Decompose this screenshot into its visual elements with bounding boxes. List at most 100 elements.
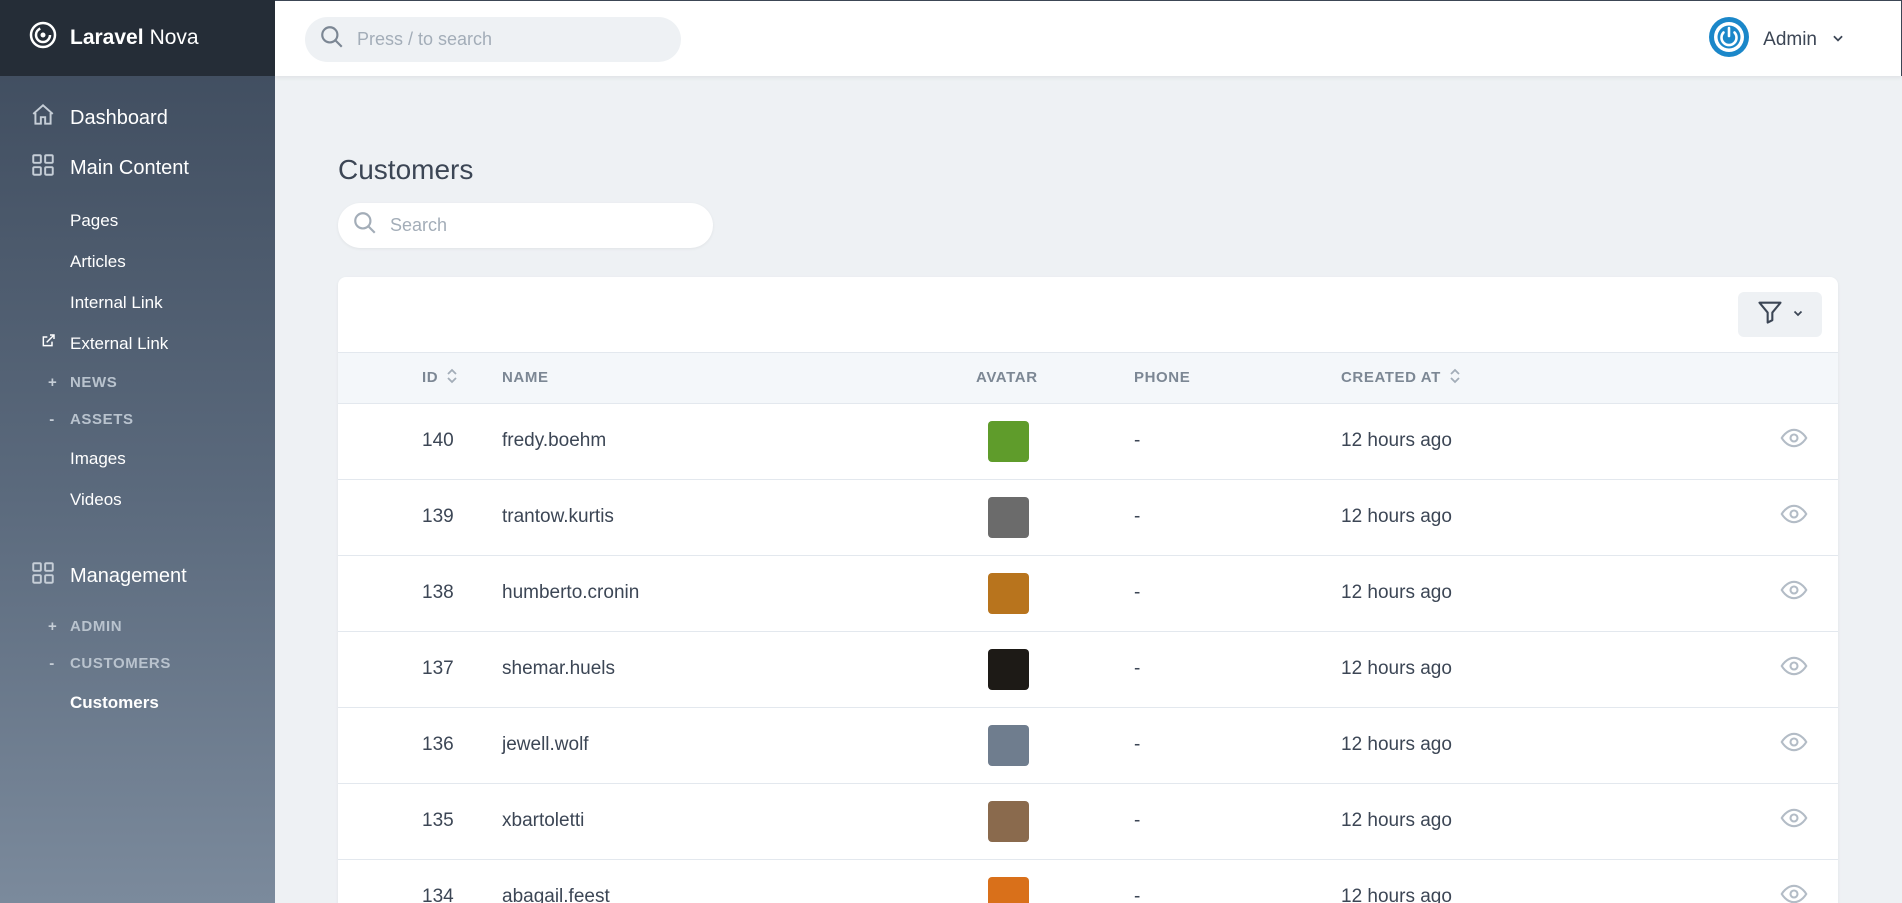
cell-id: 138	[422, 582, 454, 603]
cell-created-at: 12 hours ago	[1341, 430, 1452, 451]
sidebar-group-assets[interactable]: - ASSETS	[0, 401, 275, 438]
sort-icon	[446, 367, 458, 389]
global-search-input[interactable]	[357, 29, 657, 50]
sidebar-item-label: Dashboard	[70, 106, 168, 129]
global-search[interactable]	[305, 17, 681, 62]
cell-avatar	[976, 707, 1134, 783]
sidebar-item-customers[interactable]: Customers	[0, 682, 275, 723]
sidebar-section-main-content[interactable]: Main Content	[0, 150, 275, 186]
sidebar-group-news[interactable]: + NEWS	[0, 364, 275, 401]
sidebar-group-admin[interactable]: + ADMIN	[0, 608, 275, 645]
customer-avatar	[988, 648, 1029, 690]
table-row[interactable]: 139 trantow.kurtis - 12 hours ago	[338, 479, 1838, 555]
resource-search[interactable]	[338, 203, 713, 248]
resource-table-card: ID NAME AVATAR PHONE CREATED AT 140 fred…	[338, 277, 1838, 903]
sidebar-item-external-link[interactable]: External Link	[0, 323, 275, 364]
cell-created-at: 12 hours ago	[1341, 810, 1452, 831]
grid-icon	[30, 152, 56, 184]
customer-avatar	[988, 572, 1029, 614]
cell-id: 140	[422, 430, 454, 451]
expand-icon: +	[48, 618, 58, 635]
cell-actions	[1681, 403, 1838, 479]
cell-name: trantow.kurtis	[502, 506, 614, 527]
cell-avatar	[976, 859, 1134, 903]
user-menu[interactable]: Admin	[1709, 17, 1845, 63]
cell-created-at: 12 hours ago	[1341, 734, 1452, 755]
sidebar-item-internal-link[interactable]: Internal Link	[0, 282, 275, 323]
sidebar-section-label: Main Content	[70, 156, 189, 179]
cell-created-at: 12 hours ago	[1341, 886, 1452, 903]
nova-logo-icon	[28, 20, 58, 56]
view-icon[interactable]	[1780, 808, 1808, 837]
sidebar-item-articles[interactable]: Articles	[0, 241, 275, 282]
brand-name-light: Nova	[149, 26, 199, 49]
user-name: Admin	[1763, 29, 1817, 50]
sidebar-item-images[interactable]: Images	[0, 438, 275, 479]
home-icon	[30, 102, 56, 134]
search-icon	[319, 24, 345, 55]
sidebar-section-management[interactable]: Management	[0, 558, 275, 594]
column-header-phone: PHONE	[1134, 369, 1191, 387]
grid-icon	[30, 560, 56, 592]
cell-phone: -	[1134, 810, 1141, 831]
brand-name-bold: Laravel	[70, 26, 144, 49]
table-row[interactable]: 136 jewell.wolf - 12 hours ago	[338, 707, 1838, 783]
cell-actions	[1681, 707, 1838, 783]
customer-avatar	[988, 800, 1029, 842]
customer-avatar	[988, 420, 1029, 462]
table-row[interactable]: 134 abagail.feest - 12 hours ago	[338, 859, 1838, 903]
column-header-name: NAME	[502, 369, 549, 387]
column-header-id[interactable]: ID	[338, 353, 502, 403]
cell-name: humberto.cronin	[502, 582, 640, 603]
table-header-row: ID NAME AVATAR PHONE CREATED AT	[338, 353, 1838, 403]
table-row[interactable]: 140 fredy.boehm - 12 hours ago	[338, 403, 1838, 479]
cell-phone: -	[1134, 506, 1141, 527]
cell-id: 137	[422, 658, 454, 679]
cell-actions	[1681, 859, 1838, 903]
filter-icon	[1756, 298, 1784, 331]
sidebar-section-label: Management	[70, 564, 187, 587]
sidebar-group-label: CUSTOMERS	[70, 655, 171, 672]
resource-table: ID NAME AVATAR PHONE CREATED AT 140 fred…	[338, 353, 1838, 903]
table-toolbar	[338, 277, 1838, 353]
sidebar-item-label: External Link	[70, 333, 169, 353]
table-row[interactable]: 135 xbartoletti - 12 hours ago	[338, 783, 1838, 859]
sidebar: Laravel Nova Dashboard Main Content Pages…	[0, 0, 275, 903]
resource-search-input[interactable]	[390, 215, 690, 236]
cell-name: xbartoletti	[502, 810, 585, 831]
collapse-icon: -	[49, 411, 55, 428]
customer-avatar	[988, 876, 1029, 903]
collapse-icon: -	[49, 655, 55, 672]
sidebar-group-customers[interactable]: - CUSTOMERS	[0, 645, 275, 682]
cell-id: 136	[422, 734, 454, 755]
view-icon[interactable]	[1780, 504, 1808, 533]
table-row[interactable]: 137 shemar.huels - 12 hours ago	[338, 631, 1838, 707]
view-icon[interactable]	[1780, 884, 1808, 903]
cell-avatar	[976, 479, 1134, 555]
filter-button[interactable]	[1738, 292, 1822, 337]
view-icon[interactable]	[1780, 656, 1808, 685]
brand[interactable]: Laravel Nova	[0, 0, 275, 76]
sidebar-item-videos[interactable]: Videos	[0, 479, 275, 520]
customer-avatar	[988, 724, 1029, 766]
search-icon	[352, 210, 378, 241]
cell-avatar	[976, 403, 1134, 479]
external-link-icon	[40, 333, 56, 354]
view-icon[interactable]	[1780, 732, 1808, 761]
cell-id: 139	[422, 506, 454, 527]
topbar: Admin	[275, 0, 1902, 76]
cell-name: abagail.feest	[502, 886, 610, 903]
view-icon[interactable]	[1780, 428, 1808, 457]
table-row[interactable]: 138 humberto.cronin - 12 hours ago	[338, 555, 1838, 631]
sidebar-item-dashboard[interactable]: Dashboard	[0, 100, 275, 136]
cell-avatar	[976, 783, 1134, 859]
sidebar-item-pages[interactable]: Pages	[0, 200, 275, 241]
chevron-down-icon	[1792, 306, 1804, 324]
cell-actions	[1681, 479, 1838, 555]
sidebar-nav: Dashboard Main Content Pages Articles In…	[0, 76, 275, 723]
avatar	[1709, 17, 1750, 63]
view-icon[interactable]	[1780, 580, 1808, 609]
column-header-created-at[interactable]: CREATED AT	[1341, 353, 1681, 403]
cell-phone: -	[1134, 582, 1141, 603]
